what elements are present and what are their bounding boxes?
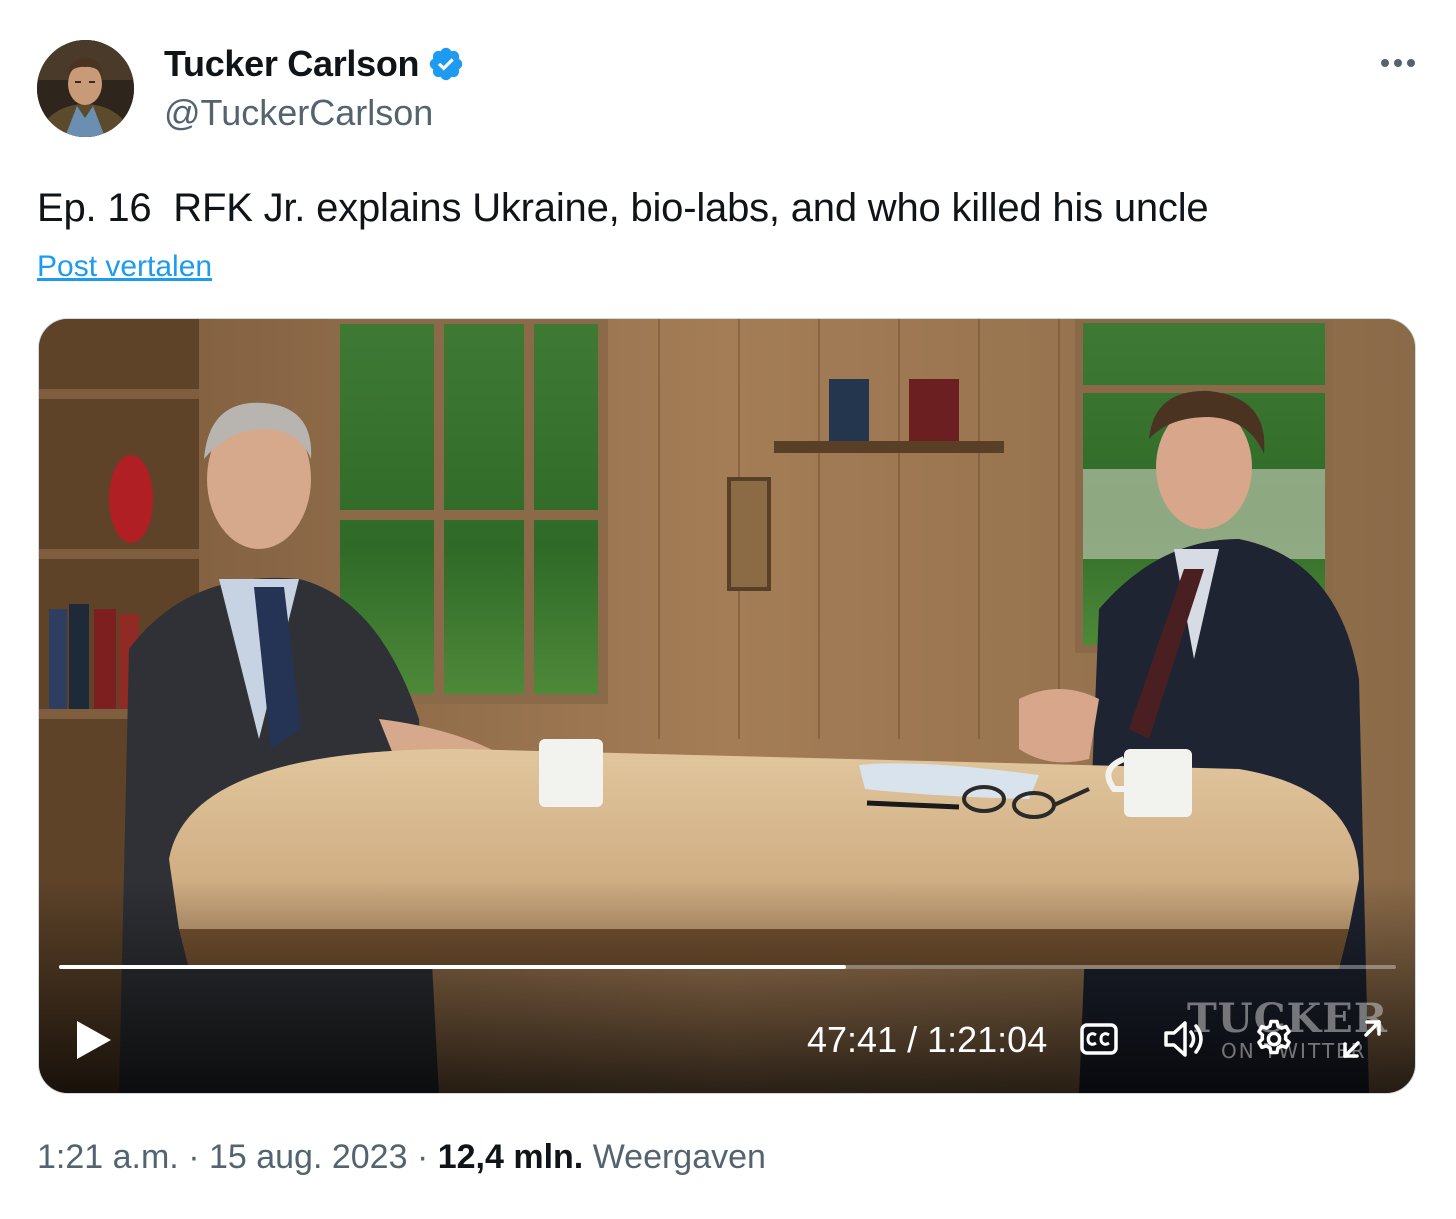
captions-button[interactable] xyxy=(1076,1016,1122,1062)
more-options-icon xyxy=(1381,59,1415,67)
volume-icon xyxy=(1164,1021,1203,1057)
more-options-button[interactable] xyxy=(1378,48,1418,78)
progress-fill xyxy=(59,965,846,969)
video-time: 47:41 / 1:21:04 xyxy=(807,1019,1047,1061)
translate-post-link[interactable]: Post vertalen xyxy=(37,250,212,284)
settings-gear-icon xyxy=(1257,1019,1291,1055)
video-player[interactable]: 47:41 / 1:21:04 TUCKER ON TWITTER xyxy=(38,318,1416,1094)
closed-captions-icon xyxy=(1080,1023,1118,1055)
verified-badge-icon[interactable] xyxy=(427,45,465,83)
tweet-time[interactable]: 1:21 a.m. xyxy=(37,1138,179,1176)
fullscreen-icon xyxy=(1343,1020,1381,1058)
play-button[interactable] xyxy=(69,1015,119,1065)
tweet-text: Ep. 16 RFK Jr. explains Ukraine, bio-lab… xyxy=(37,186,1209,230)
tweet-date[interactable]: 15 aug. 2023 xyxy=(209,1138,408,1176)
time-separator: / xyxy=(897,1019,928,1060)
author-name-row: Tucker Carlson xyxy=(164,42,465,86)
current-time: 47:41 xyxy=(807,1019,898,1060)
duration: 1:21:04 xyxy=(927,1019,1048,1060)
author-display-name[interactable]: Tucker Carlson xyxy=(164,43,420,85)
settings-button[interactable] xyxy=(1251,1016,1297,1062)
views-count: 12,4 mln. xyxy=(437,1138,584,1176)
fullscreen-button[interactable] xyxy=(1339,1016,1385,1062)
volume-button[interactable] xyxy=(1163,1016,1209,1062)
views-label: Weergaven xyxy=(592,1138,766,1176)
author-handle[interactable]: @TuckerCarlson xyxy=(164,92,433,134)
meta-separator-2: · xyxy=(407,1138,438,1176)
avatar[interactable] xyxy=(37,40,134,137)
play-icon xyxy=(77,1021,111,1059)
video-frame xyxy=(39,319,1415,1093)
tweet-meta: 1:21 a.m. · 15 aug. 2023 · 12,4 mln. Wee… xyxy=(37,1138,766,1177)
progress-track[interactable] xyxy=(59,965,1396,969)
meta-separator: · xyxy=(178,1138,209,1176)
